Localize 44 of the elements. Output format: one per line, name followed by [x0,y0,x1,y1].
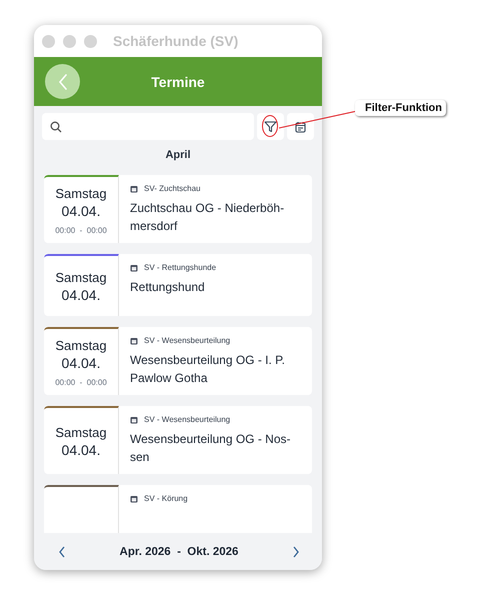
weekday-label: Samstag [55,338,107,352]
event-category: SV- Zuchtschau [144,184,200,193]
event-category: SV - Wesensbeurteilung [144,336,230,345]
chevron-left-icon [56,74,68,90]
event-category: SV - Rettungshunde [144,263,216,272]
search-field[interactable] [42,113,254,140]
time-range: 00:00 - 00:00 [55,226,107,234]
date-range: Apr. 2026 - Okt. 2026 [120,546,238,558]
date-label: 04.04. [62,442,100,458]
search-icon [50,120,62,132]
date-label: 04.04. [62,202,100,218]
window-title: Schäferhunde (SV) [113,33,238,49]
calendar-icon [130,184,138,192]
event-title: Zuchtschau OG - Niederböh-mersdorf [130,200,286,235]
callout-label: Filter-Funktion [355,100,446,116]
date-label: 04.04. [62,286,100,302]
event-title: Wesensbeurteilung OG - Nos-sen [130,431,292,466]
event-card[interactable]: Samstag 04.04. SV - Wesensbeurteilung Wesensbeurteilung OG - Nos-sen [44,406,312,474]
chevron-right-icon [292,546,300,558]
weekday-label: Samstag [55,270,107,284]
weekday-label: Samstag [55,186,107,200]
month-heading: April [164,149,192,161]
time-range: 00:00 - 00:00 [55,378,107,386]
event-category: SV - Wesensbeurteilung [144,415,230,424]
event-card[interactable]: SV - Körung [44,485,312,533]
weekday-label: Samstag [55,424,107,440]
calendar-icon [130,416,138,424]
event-category: SV - Körung [144,494,188,503]
chevron-left-icon [58,546,66,558]
event-title: Rettungshund [130,279,206,296]
calendar-icon [130,264,138,272]
calendar-icon [130,494,138,502]
filter-button[interactable] [257,113,284,140]
funnel-icon [264,120,277,132]
date-label: 04.04. [62,354,100,370]
page-title: Termine [151,74,205,90]
back-button[interactable] [45,64,80,99]
event-card[interactable]: Samstag 04.04. 00:00 - 00:00 SV - Wesensbeurteilung Wesensbeurteilung OG - I. P. Pawlow Gotha [44,327,312,395]
event-card[interactable]: Samstag 04.04. 00:00 - 00:00 SV- Zuchtschau Zuchtschau OG - Niederböh-mersdorf [44,175,312,243]
calendar-button[interactable] [287,113,314,140]
event-title: Wesensbeurteilung OG - I. P. Pawlow Gotha [130,352,286,387]
calendar-icon [295,120,306,132]
calendar-icon [130,336,138,344]
event-card[interactable]: Samstag 04.04. SV - Rettungshunde Rettungshund [44,254,312,316]
